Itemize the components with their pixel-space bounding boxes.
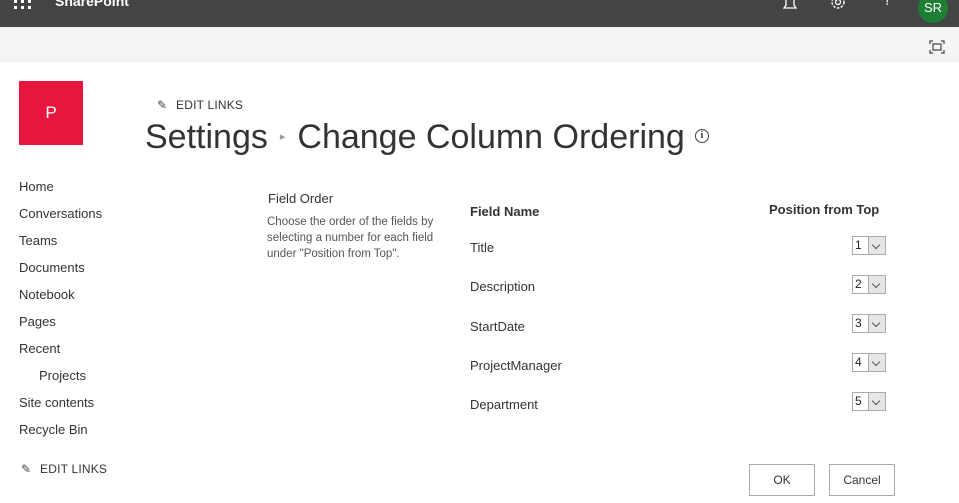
pencil-icon: ✎ (21, 462, 32, 476)
page-title: Settings ▸ Change Column Ordering i (145, 118, 709, 157)
pencil-icon: ✎ (157, 98, 168, 112)
breadcrumb-current: Change Column Ordering (297, 118, 685, 156)
section-description: Choose the order of the fields by select… (267, 216, 434, 260)
chevron-down-icon (868, 393, 885, 410)
nav-item-notebook[interactable]: Notebook (19, 286, 139, 313)
position-select[interactable]: 3 (852, 314, 886, 333)
chevron-down-icon (868, 354, 885, 371)
chevron-down-icon (868, 276, 885, 293)
gear-icon[interactable] (829, 0, 847, 12)
chevron-down-icon (868, 237, 885, 254)
chevron-down-icon (868, 315, 885, 332)
field-name-cell: StartDate (470, 319, 525, 334)
edit-links-top[interactable]: ✎ EDIT LINKS (157, 98, 243, 112)
field-name-cell: Department (470, 397, 538, 412)
field-name-cell: ProjectManager (470, 358, 562, 373)
bell-icon[interactable] (782, 0, 798, 12)
quick-launch: Home Conversations Teams Documents Noteb… (19, 178, 139, 448)
position-select[interactable]: 2 (852, 275, 886, 294)
cancel-button[interactable]: Cancel (829, 464, 895, 496)
position-select[interactable]: 1 (852, 236, 886, 255)
focus-mode-icon[interactable] (929, 39, 945, 54)
nav-item-teams[interactable]: Teams (19, 232, 139, 259)
breadcrumb-settings[interactable]: Settings (145, 118, 268, 156)
position-value: 5 (855, 394, 862, 408)
nav-item-site-contents[interactable]: Site contents (19, 394, 139, 421)
suite-bar: SharePoint ? SR (0, 0, 959, 27)
field-name-cell: Description (470, 279, 536, 294)
edit-links-bottom[interactable]: ✎ EDIT LINKS (21, 462, 107, 476)
position-select[interactable]: 4 (852, 353, 886, 372)
nav-item-conversations[interactable]: Conversations (19, 205, 139, 232)
column-header-field-name: Field Name (470, 204, 540, 219)
waffle-icon[interactable] (14, 0, 32, 9)
position-select[interactable]: 5 (852, 392, 886, 411)
help-icon[interactable]: ? (884, 0, 891, 8)
suite-brand[interactable]: SharePoint (55, 0, 129, 9)
edit-links-label: EDIT LINKS (176, 98, 244, 112)
info-icon[interactable]: i (694, 129, 709, 144)
section-title: Field Order (268, 191, 334, 206)
nav-item-projects[interactable]: Projects (19, 367, 139, 394)
ok-button[interactable]: OK (749, 464, 815, 496)
sub-bar (0, 27, 959, 62)
position-value: 4 (855, 355, 862, 369)
nav-item-documents[interactable]: Documents (19, 259, 139, 286)
site-logo[interactable]: P (19, 81, 83, 145)
position-value: 1 (855, 238, 862, 252)
nav-item-home[interactable]: Home (19, 178, 139, 205)
position-value: 3 (855, 316, 862, 330)
position-value: 2 (855, 277, 862, 291)
breadcrumb-separator-icon: ▸ (279, 130, 286, 143)
column-header-position: Position from Top (769, 202, 880, 217)
nav-item-pages[interactable]: Pages (19, 313, 139, 340)
edit-links-label: EDIT LINKS (40, 462, 108, 476)
nav-item-recycle-bin[interactable]: Recycle Bin (19, 421, 139, 448)
avatar[interactable]: SR (918, 0, 948, 23)
field-name-cell: Title (470, 240, 495, 255)
nav-item-recent[interactable]: Recent (19, 340, 139, 367)
